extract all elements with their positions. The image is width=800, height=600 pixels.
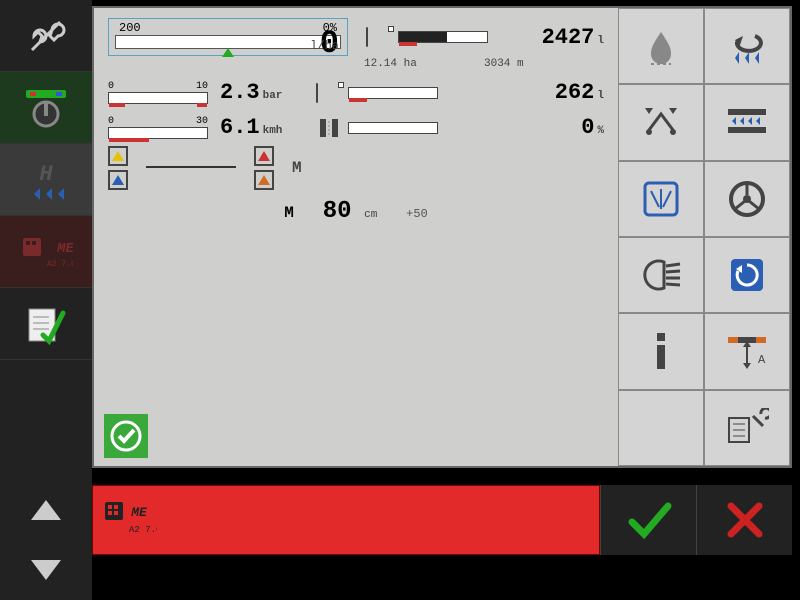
- boom-geometry-row: M: [108, 146, 604, 190]
- boom-line: [146, 166, 236, 168]
- section-icon: [641, 179, 681, 219]
- btn-config[interactable]: [704, 390, 790, 466]
- left-sidebar: H ME A2 7.05: [0, 0, 92, 600]
- pressure-value: 2.3bar: [220, 80, 282, 105]
- btn-nozzles[interactable]: [704, 84, 790, 160]
- btn-fold[interactable]: [618, 84, 704, 160]
- rate-unit: l/ha: [310, 39, 339, 53]
- x-icon: [725, 500, 765, 540]
- tri-right-top[interactable]: [254, 146, 274, 166]
- alert-banner[interactable]: ME A2 7.05: [92, 485, 600, 555]
- btn-rain[interactable]: [618, 8, 704, 84]
- refresh-icon: [727, 255, 767, 295]
- boom-height-icon: A: [724, 331, 770, 371]
- speed-value: 6.1kmh: [220, 115, 282, 140]
- accept-button[interactable]: [600, 485, 696, 555]
- checklist-icon: [23, 301, 69, 347]
- chevron-down-icon: [31, 560, 61, 580]
- svg-text:ME: ME: [130, 505, 148, 520]
- sidebar-tasks[interactable]: [0, 288, 92, 360]
- tri-left-bot[interactable]: [108, 170, 128, 190]
- bottom-bar: ME A2 7.05: [92, 485, 792, 555]
- svg-text:A: A: [758, 353, 766, 367]
- tank1-icon: [366, 28, 392, 46]
- btn-boom-height[interactable]: A: [704, 313, 790, 389]
- track-icon: [316, 117, 342, 139]
- status-ok-badge[interactable]: [104, 414, 148, 458]
- sidebar-settings[interactable]: [0, 0, 92, 72]
- headlight-icon: [640, 258, 682, 292]
- sidebar-up[interactable]: [0, 480, 92, 540]
- main-panel: 200 0% 0 l/ha 2427l 12.14 ha 3034 m 010: [92, 6, 792, 468]
- alert-controller-icon: ME A2 7.05: [103, 498, 157, 542]
- tank1-area: 12.14 ha: [364, 58, 484, 70]
- tank2-value: 262l: [555, 80, 604, 105]
- boom-sections: [108, 233, 604, 259]
- btn-return[interactable]: [704, 8, 790, 84]
- tri-left-top[interactable]: [108, 146, 128, 166]
- sidebar-headland[interactable]: H: [0, 144, 92, 216]
- fold-icon: [639, 102, 683, 142]
- btn-steering[interactable]: [704, 161, 790, 237]
- tank2-progress: [348, 87, 438, 99]
- check-icon: [626, 500, 672, 540]
- sidebar-controller[interactable]: ME A2 7.05: [0, 216, 92, 288]
- reject-button[interactable]: [696, 485, 792, 555]
- tri-right-bot[interactable]: [254, 170, 274, 190]
- config-icon: [725, 408, 769, 448]
- btn-refresh[interactable]: [704, 237, 790, 313]
- svg-text:ME: ME: [56, 241, 73, 257]
- sidebar-down[interactable]: [0, 540, 92, 600]
- rate-target: 200: [119, 21, 141, 35]
- return-icon: [725, 26, 769, 66]
- speed-gauge: 030: [108, 116, 208, 139]
- chevron-up-icon: [31, 500, 61, 520]
- svg-text:A2 7.05: A2 7.05: [47, 260, 73, 269]
- nozzles-icon: [724, 103, 770, 141]
- info-icon: [651, 329, 671, 373]
- rate-box[interactable]: 200 0% 0 l/ha: [108, 18, 348, 56]
- controller-icon: ME A2 7.05: [19, 232, 73, 272]
- track-progress: [348, 122, 438, 134]
- headland-icon: H: [24, 158, 68, 202]
- track-value: 0%: [581, 115, 604, 140]
- boom-height: M 80 cm +50: [108, 198, 604, 225]
- btn-info[interactable]: [618, 313, 704, 389]
- tank2-icon: [316, 84, 342, 102]
- steering-icon: [727, 179, 767, 219]
- sidebar-guidance[interactable]: [0, 72, 92, 144]
- pressure-gauge: 010: [108, 81, 208, 104]
- right-button-grid: A: [618, 8, 790, 466]
- btn-lights[interactable]: [618, 237, 704, 313]
- drop-icon: [641, 26, 681, 66]
- guidance-icon: [20, 84, 72, 132]
- svg-text:H: H: [39, 162, 53, 187]
- check-circle-icon: [109, 419, 143, 453]
- tank1-progress: [398, 31, 488, 43]
- tank1-value: 2427l: [542, 25, 604, 50]
- btn-empty: [618, 390, 704, 466]
- wrench-icon: [24, 14, 68, 58]
- tank1-dist: 3034 m: [484, 58, 524, 70]
- m-label: M: [292, 159, 302, 177]
- svg-text:A2 7.05: A2 7.05: [129, 525, 157, 535]
- btn-section-ctrl[interactable]: [618, 161, 704, 237]
